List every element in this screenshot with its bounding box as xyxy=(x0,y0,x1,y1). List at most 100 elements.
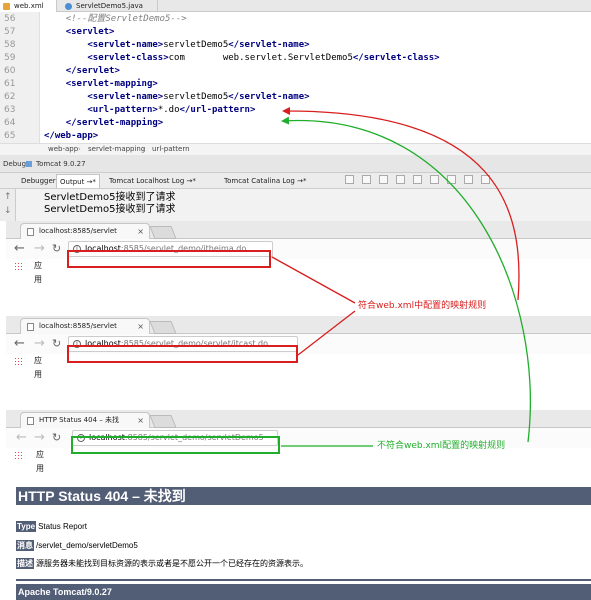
down-arrow-icon[interactable]: ↓ xyxy=(4,206,12,216)
java-class-icon xyxy=(65,3,72,10)
xml-tag: </servlet-name> xyxy=(228,40,310,50)
xml-text: com web.servlet.ServletDemo5 xyxy=(168,53,353,63)
apps-grid-icon[interactable] xyxy=(14,262,22,270)
browser-tab[interactable]: HTTP Status 404 – 未找 × xyxy=(20,412,150,429)
error-description-key: 描述 xyxy=(16,558,34,569)
breadcrumb-item[interactable]: web-app xyxy=(48,144,78,155)
tomcat-icon xyxy=(26,161,32,167)
apps-grid-icon[interactable] xyxy=(14,451,22,459)
reload-icon[interactable]: ↻ xyxy=(52,241,61,257)
code-line[interactable]: <servlet-name>servletDemo5</servlet-name… xyxy=(44,91,310,104)
xml-tag: </url-pattern> xyxy=(179,105,256,115)
editor-tab-label: web.xml xyxy=(14,2,44,10)
close-icon[interactable]: × xyxy=(137,319,144,334)
output-side-toolbar: ↑ ↓ xyxy=(0,189,16,221)
code-line[interactable]: <!--配置ServletDemo5--> xyxy=(44,13,187,26)
tab-debugger[interactable]: Debugger xyxy=(18,174,59,188)
tab-catalina-log[interactable]: Tomcat Catalina Log →* xyxy=(221,174,309,188)
xml-tag: </servlet> xyxy=(65,66,120,76)
xml-file-icon xyxy=(3,3,10,10)
xml-tag: </servlet-mapping> xyxy=(65,118,164,128)
close-icon[interactable]: × xyxy=(137,413,144,428)
apps-label[interactable]: 应用 xyxy=(36,448,44,476)
reload-icon[interactable]: ↻ xyxy=(52,430,61,446)
xml-tag: </servlet-name> xyxy=(228,92,310,102)
close-icon[interactable]: × xyxy=(137,224,144,239)
line-number: 58 xyxy=(4,40,16,50)
url-highlight-box-3 xyxy=(71,436,280,454)
xml-tag: <url-pattern> xyxy=(87,105,158,115)
step-over-icon[interactable] xyxy=(345,175,354,184)
debug-title: Debug xyxy=(3,160,27,168)
evaluate-icon[interactable] xyxy=(447,175,456,184)
browser-tab[interactable]: localhost:8585/servlet × xyxy=(20,223,150,240)
force-step-icon[interactable] xyxy=(379,175,388,184)
forward-arrow-icon[interactable]: → xyxy=(34,430,45,446)
xml-tag: <servlet-name> xyxy=(87,40,164,50)
new-tab-button[interactable] xyxy=(149,321,177,334)
back-arrow-icon[interactable]: ← xyxy=(14,241,25,257)
new-tab-button[interactable] xyxy=(149,226,177,239)
browser-tab-strip: HTTP Status 404 – 未找 × xyxy=(6,410,591,429)
debug-toolbar xyxy=(345,175,498,187)
error-page-title: HTTP Status 404 – 未找到 xyxy=(16,487,591,505)
url-highlight-box-2 xyxy=(67,345,298,363)
code-editor: web.xml ServletDemo5.java 56 57 58 59 60 61 62… xyxy=(0,0,591,155)
page-icon xyxy=(27,417,34,425)
error-type-row: Type Status Report xyxy=(16,521,87,532)
error-message-value: /servlet_demo/servletDemo5 xyxy=(36,541,138,550)
xml-tag: <servlet-class> xyxy=(87,53,169,63)
error-type-key: Type xyxy=(16,521,37,532)
line-number: 63 xyxy=(4,105,16,115)
error-description-row: 描述 源服务器未能找到目标资源的表示或者是不愿公开一个已经存在的资源表示。 xyxy=(16,558,308,569)
up-arrow-icon[interactable]: ↑ xyxy=(4,192,12,202)
apps-label[interactable]: 应用 xyxy=(34,354,42,382)
code-line[interactable]: <url-pattern>*.do</url-pattern> xyxy=(44,104,255,117)
editor-tab-web-xml[interactable]: web.xml xyxy=(0,0,57,12)
editor-tab-servletdemo5[interactable]: ServletDemo5.java xyxy=(62,0,158,12)
line-number: 57 xyxy=(4,27,16,37)
breadcrumb-separator: › xyxy=(78,145,81,153)
browser-tab[interactable]: localhost:8585/servlet × xyxy=(20,318,150,335)
code-line[interactable]: <servlet-class>com web.servlet.ServletDe… xyxy=(44,52,439,65)
code-line[interactable]: <servlet-mapping> xyxy=(44,78,158,91)
line-number: 62 xyxy=(4,92,16,102)
breadcrumb-item[interactable]: url-pattern xyxy=(152,144,190,155)
editor-tab-label: ServletDemo5.java xyxy=(76,2,143,10)
reload-icon[interactable]: ↻ xyxy=(52,336,61,352)
error-divider xyxy=(16,579,591,581)
line-number: 59 xyxy=(4,53,16,63)
run-config-name[interactable]: Tomcat 9.0.27 xyxy=(36,155,86,173)
browser-tab-title: localhost:8585/servlet xyxy=(39,227,117,235)
code-line[interactable]: </servlet> xyxy=(44,65,120,78)
match-rule-label: 符合web.xml中配置的映射规则 xyxy=(356,300,489,312)
code-line[interactable]: </servlet-mapping> xyxy=(44,117,164,130)
step-into-icon[interactable] xyxy=(362,175,371,184)
step-out-icon[interactable] xyxy=(396,175,405,184)
code-line[interactable]: <servlet> xyxy=(44,26,115,39)
back-arrow-icon[interactable]: ← xyxy=(16,430,27,446)
apps-label[interactable]: 应用 xyxy=(34,259,42,287)
breadcrumb-item[interactable]: servlet-mapping xyxy=(88,144,145,155)
drop-frame-icon[interactable] xyxy=(413,175,422,184)
tab-output[interactable]: Output →* xyxy=(56,174,100,188)
new-tab-button[interactable] xyxy=(149,415,177,428)
tab-localhost-log[interactable]: Tomcat Localhost Log →* xyxy=(106,174,199,188)
error-footer: Apache Tomcat/9.0.27 xyxy=(16,584,591,600)
code-line[interactable]: </web-app> xyxy=(44,130,98,143)
browser-tab-strip: localhost:8585/servlet × xyxy=(6,316,591,335)
browser-tab-title: HTTP Status 404 – 未找 xyxy=(39,416,119,424)
line-number: 61 xyxy=(4,79,16,89)
breadcrumb-separator: › xyxy=(142,145,145,153)
back-arrow-icon[interactable]: ← xyxy=(14,336,25,352)
trace-icon[interactable] xyxy=(464,175,473,184)
forward-arrow-icon[interactable]: → xyxy=(34,336,45,352)
forward-arrow-icon[interactable]: → xyxy=(34,241,45,257)
code-line[interactable]: <servlet-name>servletDemo5</servlet-name… xyxy=(44,39,310,52)
editor-tab-bar: web.xml ServletDemo5.java xyxy=(0,0,591,12)
layout-icon[interactable] xyxy=(481,175,490,184)
run-to-cursor-icon[interactable] xyxy=(430,175,439,184)
browser-tab-strip: localhost:8585/servlet × xyxy=(6,221,591,240)
xml-tag: <servlet> xyxy=(65,27,115,37)
apps-grid-icon[interactable] xyxy=(14,357,22,365)
